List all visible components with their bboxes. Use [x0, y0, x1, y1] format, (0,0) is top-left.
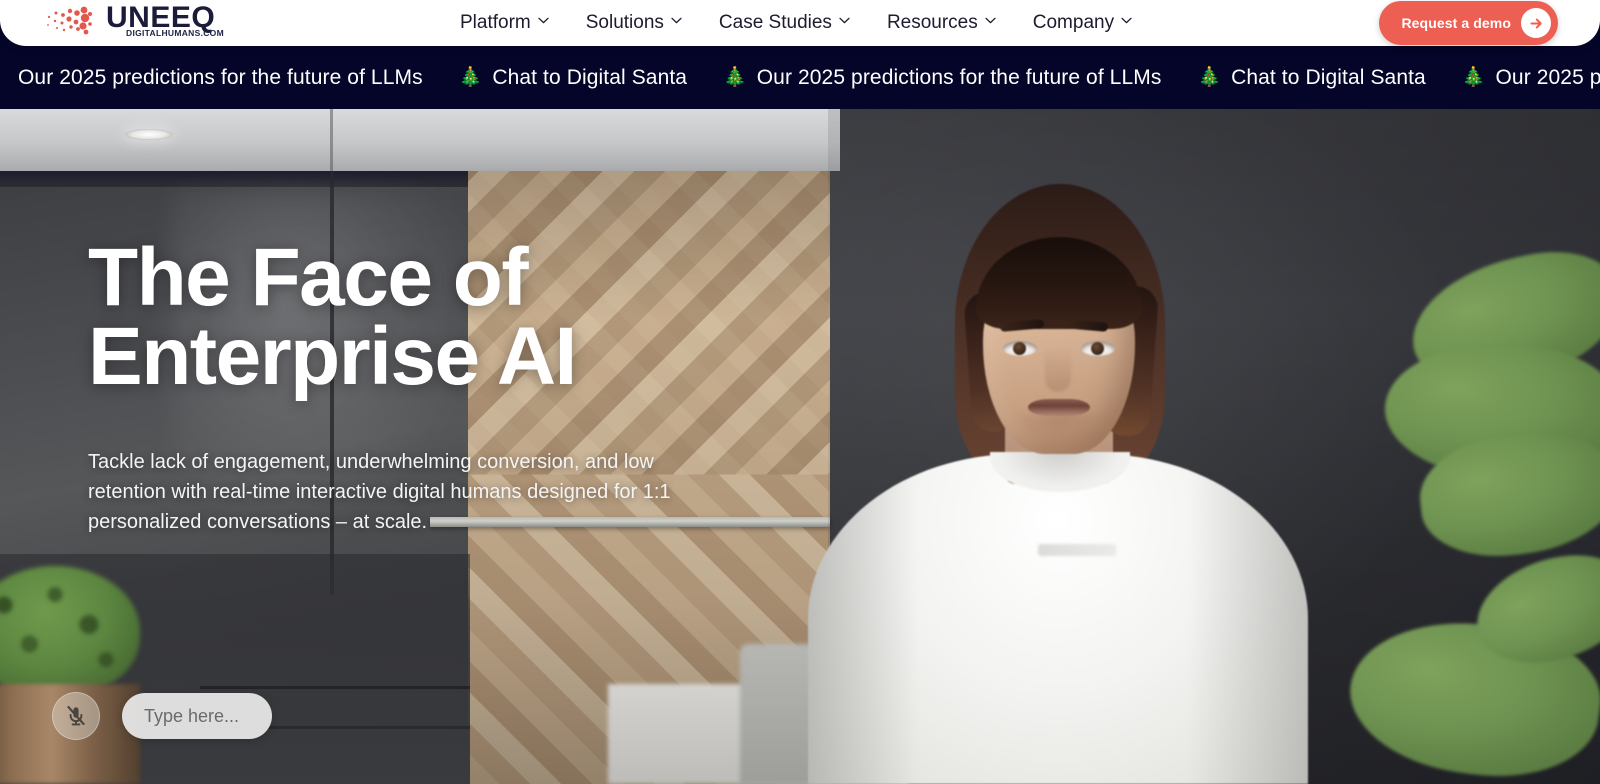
hero-title-line-1: The Face of [88, 232, 529, 323]
ceiling [0, 109, 840, 171]
hero-section: The Face of Enterprise AI Tackle lack of… [0, 109, 1600, 784]
page-root: The Face of Enterprise AI Tackle lack of… [0, 0, 1600, 784]
hero-copy: The Face of Enterprise AI Tackle lack of… [88, 237, 728, 537]
chevron-down-icon [538, 17, 549, 27]
microphone-muted-icon [67, 705, 85, 726]
chevron-down-icon [985, 17, 996, 27]
nav-item-platform[interactable]: Platform [460, 12, 549, 34]
monstera-plant [1290, 238, 1600, 784]
site-header: UNEEQ DIGITALHUMANS.COM Platform Solution… [0, 0, 1600, 46]
chat-input-wrapper[interactable] [122, 693, 272, 739]
logo-wordmark-group: UNEEQ DIGITALHUMANS.COM [106, 3, 224, 39]
ticker-item[interactable]: Our 2025 predictions for the future of L… [1496, 66, 1600, 90]
primary-navigation: Platform Solutions Case Studies Resources Co… [460, 12, 1132, 34]
christmas-tree-emoji-icon: 🎄 [458, 67, 483, 88]
nav-item-label: Resources [886, 12, 978, 33]
nav-item-label: Company [1032, 12, 1115, 33]
page-title: The Face of Enterprise AI [88, 237, 728, 398]
dot-cluster-logo-mark-icon [40, 4, 102, 38]
christmas-tree-emoji-icon: 🎄 [1461, 67, 1486, 88]
request-demo-label: Request a demo [1401, 15, 1511, 31]
avatar-iris-left [1013, 342, 1026, 355]
avatar-shirt-logo [1038, 544, 1116, 556]
ceiling-seam [330, 109, 333, 171]
nav-item-resources[interactable]: Resources [886, 12, 996, 34]
ceiling-light-icon [125, 129, 173, 140]
nav-item-case-studies[interactable]: Case Studies [718, 12, 850, 34]
ticker-item[interactable]: Our 2025 predictions for the future of L… [757, 66, 1162, 90]
site-logo[interactable]: UNEEQ DIGITALHUMANS.COM [40, 3, 224, 39]
request-demo-button[interactable]: Request a demo [1379, 1, 1558, 45]
logo-tagline: DIGITALHUMANS.COM [126, 28, 224, 39]
mic-mute-toggle-button[interactable] [52, 692, 100, 740]
ticker-track: Our 2025 predictions for the future of L… [0, 66, 1600, 90]
nav-item-solutions[interactable]: Solutions [585, 12, 682, 34]
christmas-tree-emoji-icon: 🎄 [723, 67, 747, 88]
avatar-chin-shadow [1010, 414, 1110, 448]
arrow-right-circle-icon [1521, 8, 1551, 38]
nav-item-company[interactable]: Company [1032, 12, 1132, 34]
nav-item-label: Platform [460, 12, 531, 33]
chat-controls [52, 692, 272, 740]
ticker-item[interactable]: Chat to Digital Santa [1231, 66, 1426, 90]
avatar-iris-right [1091, 342, 1104, 355]
nav-item-label: Case Studies [718, 12, 832, 33]
nav-item-label: Solutions [585, 12, 664, 33]
hero-title-line-2: Enterprise AI [88, 310, 577, 402]
avatar-torso-shading [808, 454, 1308, 784]
chat-text-input[interactable] [144, 705, 250, 727]
hero-subtitle: Tackle lack of engagement, underwhelming… [88, 451, 671, 533]
chevron-down-icon [671, 17, 682, 27]
ticker-item[interactable]: Chat to Digital Santa [492, 66, 687, 90]
cabinet-edge [200, 686, 470, 689]
ticker-item[interactable]: Our 2025 predictions for the future of L… [18, 66, 423, 90]
digital-human-avatar[interactable] [800, 124, 1320, 784]
chevron-down-icon [1121, 17, 1132, 27]
chevron-down-icon [839, 17, 850, 27]
announcement-ticker: Our 2025 predictions for the future of L… [0, 46, 1600, 109]
avatar-nose [1045, 348, 1071, 392]
christmas-tree-emoji-icon: 🎄 [1197, 67, 1222, 88]
